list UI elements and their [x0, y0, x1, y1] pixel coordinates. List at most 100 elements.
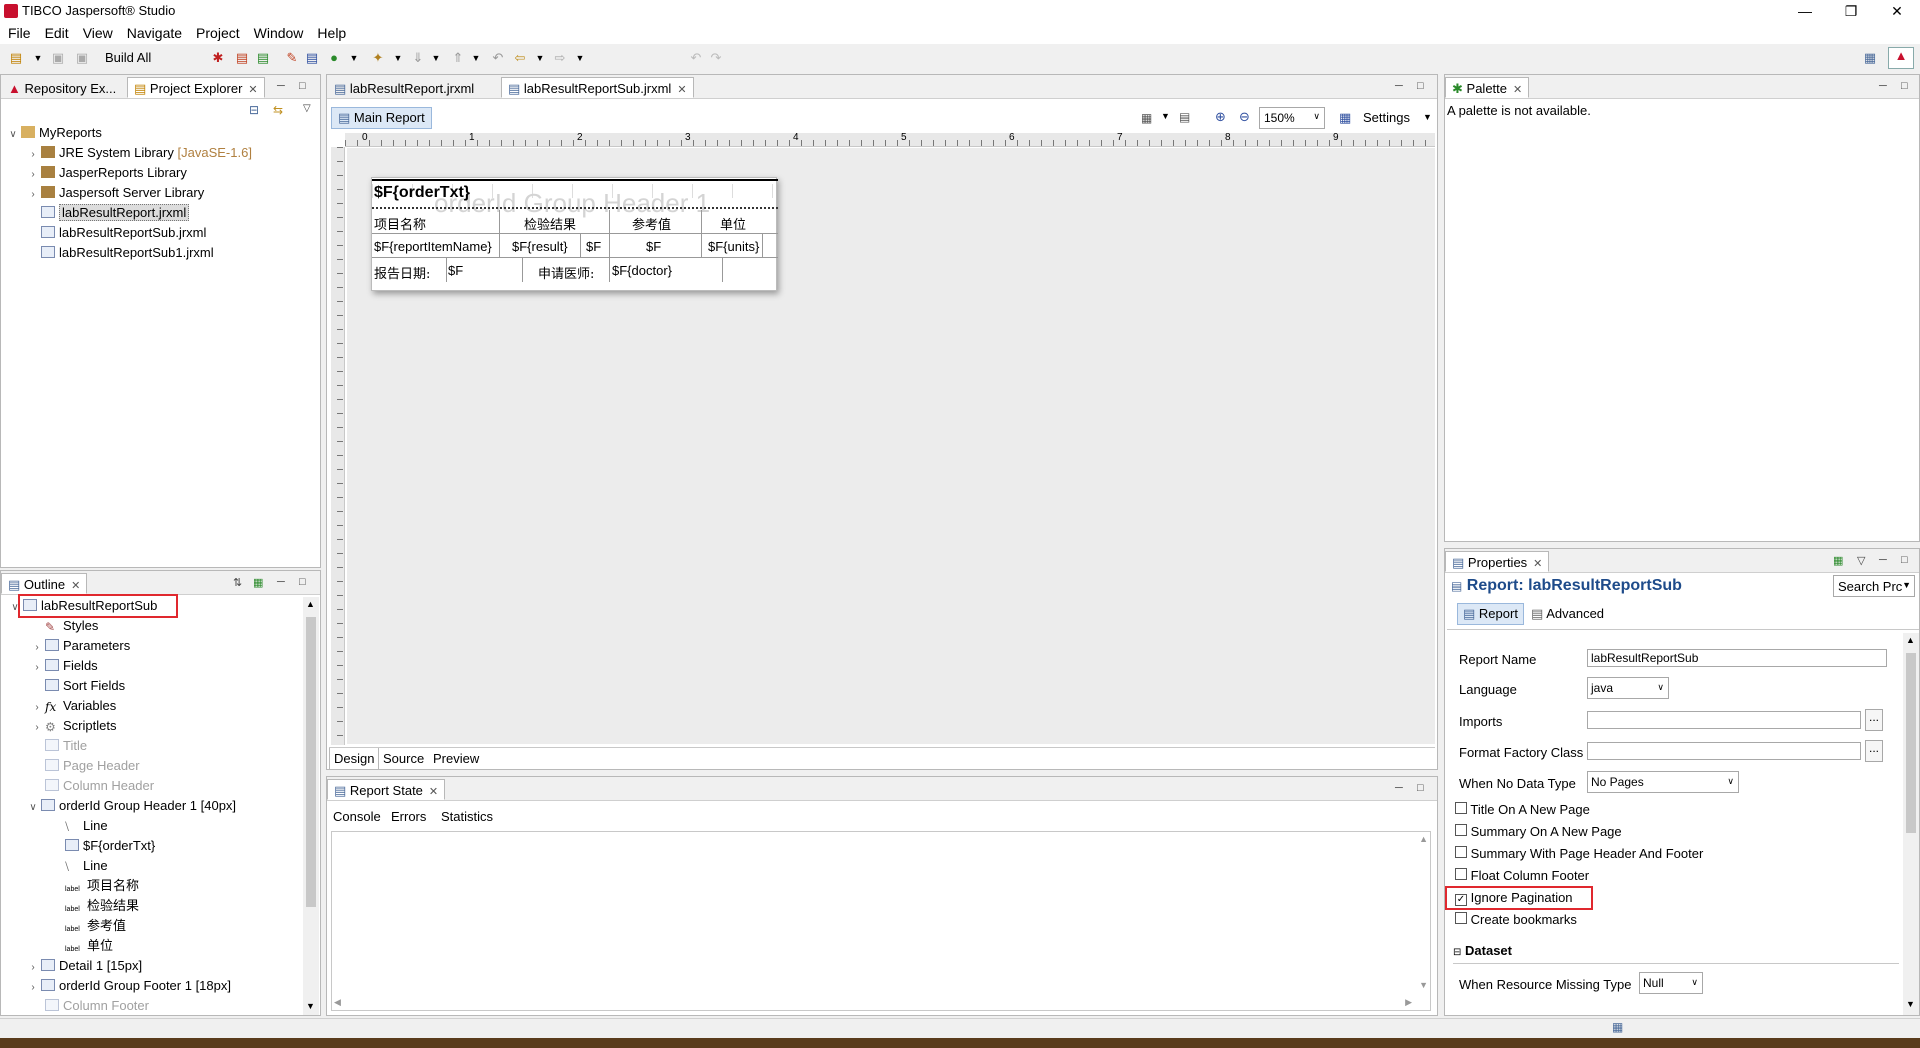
dropdown-icon[interactable]: ▼	[390, 50, 406, 66]
restore-icon[interactable]: ❐	[1828, 0, 1874, 22]
report-name-input[interactable]	[1587, 649, 1887, 667]
collapse-all-icon[interactable]: ⊟	[249, 103, 259, 117]
search-properties-combo[interactable]: Search Prc ▼	[1833, 575, 1915, 597]
expand-icon[interactable]: ›	[27, 167, 39, 183]
detail-field[interactable]: $F	[646, 239, 661, 254]
dropdown-icon[interactable]: ▼	[572, 50, 588, 66]
outline-item-column-header[interactable]: Column Header	[31, 778, 154, 794]
dropdown-icon[interactable]: ▼	[468, 50, 484, 66]
maximize-icon[interactable]: □	[299, 576, 306, 588]
run-icon[interactable]: ●	[326, 50, 342, 66]
zoom-in-icon[interactable]: ⊕	[1215, 109, 1226, 125]
maximize-icon[interactable]: □	[1901, 554, 1908, 566]
outline-item-scriptlets[interactable]: › ⚙ Scriptlets	[31, 718, 116, 734]
checkbox-title-new-page[interactable]: Title On A New Page	[1455, 802, 1590, 817]
detail-field[interactable]: $F{result}	[512, 239, 568, 254]
detail-field[interactable]: $F	[586, 239, 601, 254]
scroll-up-icon[interactable]: ▲	[1419, 834, 1428, 844]
checkbox-summary-with-header-footer[interactable]: Summary With Page Header And Footer	[1455, 846, 1703, 861]
close-icon[interactable]: ✕	[248, 84, 257, 96]
forward-icon[interactable]: ⇨	[552, 50, 568, 66]
detail-field[interactable]: $F{units}	[708, 239, 759, 254]
dropdown-icon[interactable]: ▼	[30, 50, 46, 66]
close-icon[interactable]: ✕	[71, 580, 80, 592]
outline-item-styles[interactable]: ✎ Styles	[31, 618, 98, 634]
outline-item-variables[interactable]: › fx Variables	[31, 698, 116, 714]
dataset-section[interactable]: ⊟ Dataset	[1453, 943, 1512, 958]
dropdown-icon[interactable]: ▼	[346, 50, 362, 66]
expand-icon[interactable]: ∨	[9, 600, 21, 616]
outline-item-group-footer[interactable]: › orderId Group Footer 1 [18px]	[27, 978, 231, 994]
bug-icon[interactable]: ✱	[210, 50, 226, 66]
tab-console[interactable]: Console	[333, 809, 381, 824]
minimize-icon[interactable]: ─	[1879, 554, 1887, 566]
minimize-icon[interactable]: ─	[1395, 80, 1403, 92]
outline-root[interactable]: ∨ labResultReportSub	[9, 598, 157, 614]
tab-labresultreport[interactable]: ▤ labResultReport.jrxml	[327, 77, 481, 98]
prev-annotation-icon[interactable]: ⇑	[450, 50, 466, 66]
checkbox[interactable]	[1455, 802, 1467, 814]
dropdown-icon[interactable]: ▼	[1423, 112, 1432, 122]
report-page[interactable]: orderId Group Header 1 $F{orderTxt} 项目名称…	[371, 177, 778, 291]
menu-navigate[interactable]: Navigate	[119, 22, 188, 41]
checkbox-summary-new-page[interactable]: Summary On A New Page	[1455, 824, 1622, 839]
outline-item-title[interactable]: Title	[31, 738, 87, 754]
footer-label[interactable]: 申请医师:	[538, 263, 594, 282]
tab-statistics[interactable]: Statistics	[441, 809, 493, 824]
footer-label[interactable]: 报告日期:	[374, 263, 430, 282]
checkbox[interactable]	[1455, 846, 1467, 858]
tree-item-labresultreport[interactable]: labResultReport.jrxml	[39, 204, 190, 221]
dropdown-icon[interactable]: ▼	[532, 50, 548, 66]
tree-item-labresultreportsub1[interactable]: labResultReportSub1.jrxml	[39, 245, 214, 261]
tree-item-jre[interactable]: › JRE System Library [JavaSE-1.6]	[27, 145, 252, 161]
dropdown-icon[interactable]: ▼	[428, 50, 444, 66]
tab-project-explorer[interactable]: ▤ Project Explorer ✕	[127, 77, 265, 98]
zoom-combo[interactable]: 150% ∨	[1259, 107, 1325, 129]
open-perspective-icon[interactable]: ▦	[1862, 50, 1878, 66]
wand-icon[interactable]: ✦	[370, 50, 386, 66]
menu-view[interactable]: View	[75, 22, 119, 41]
build-all-button[interactable]: Build All	[105, 50, 151, 65]
outline-item-label-1[interactable]: label 项目名称	[63, 878, 139, 894]
outline-item-line[interactable]: ⧵ Line	[63, 818, 108, 834]
footer-field[interactable]: $F{doctor}	[612, 263, 672, 278]
header-label[interactable]: 项目名称	[374, 214, 426, 233]
checkbox-checked[interactable]: ✓	[1455, 894, 1467, 906]
expand-icon[interactable]: ›	[27, 960, 39, 976]
main-report-button[interactable]: ▤ Main Report	[331, 107, 432, 129]
outline-item-group-header[interactable]: ∨ orderId Group Header 1 [40px]	[27, 798, 236, 814]
menu-edit[interactable]: Edit	[37, 22, 75, 41]
console-area[interactable]: ▲ ▼ ◀ ▶	[331, 831, 1431, 1011]
header-label[interactable]: 单位	[720, 214, 746, 233]
outline-item-label-3[interactable]: label 参考值	[63, 918, 126, 934]
scroll-thumb[interactable]	[1906, 653, 1916, 833]
outline-item-fields[interactable]: › Fields	[31, 658, 97, 674]
checkbox[interactable]	[1455, 912, 1467, 924]
maximize-icon[interactable]: □	[1417, 782, 1424, 794]
checkbox[interactable]	[1455, 868, 1467, 880]
imports-browse-button[interactable]: ...	[1865, 709, 1883, 731]
checkbox-float-column-footer[interactable]: Float Column Footer	[1455, 868, 1589, 883]
when-no-data-select[interactable]: No Pages ∨	[1587, 771, 1739, 793]
settings-button[interactable]: Settings	[1363, 110, 1410, 125]
language-select[interactable]: java ∨	[1587, 677, 1669, 699]
dropdown-icon[interactable]: ▼	[1161, 111, 1170, 121]
minimize-icon[interactable]: ─	[277, 80, 285, 92]
tree-item-jasperreports-library[interactable]: › JasperReports Library	[27, 165, 187, 181]
scroll-up-icon[interactable]: ▲	[1906, 635, 1915, 645]
view-menu-icon[interactable]: ▽	[1857, 554, 1865, 567]
tab-report-state[interactable]: ▤ Report State ✕	[327, 779, 446, 800]
menu-window[interactable]: Window	[246, 22, 310, 41]
last-edit-icon[interactable]: ↶	[490, 50, 506, 66]
detail-field[interactable]: $F{reportItemName}	[374, 239, 492, 254]
page-icon[interactable]: ▤	[1179, 110, 1190, 124]
menu-project[interactable]: Project	[188, 22, 246, 41]
outline-item-label-4[interactable]: label 单位	[63, 938, 113, 954]
view-menu-icon[interactable]: ▽	[303, 103, 311, 114]
properties-scrollbar[interactable]: ▲ ▼	[1903, 633, 1919, 1015]
layout-icon[interactable]: ▦	[1141, 111, 1152, 125]
minimize-icon[interactable]: —	[1782, 0, 1828, 22]
menu-help[interactable]: Help	[309, 22, 352, 41]
outline-item-sort-fields[interactable]: Sort Fields	[31, 678, 125, 694]
outline-item-label-2[interactable]: label 检验结果	[63, 898, 139, 914]
